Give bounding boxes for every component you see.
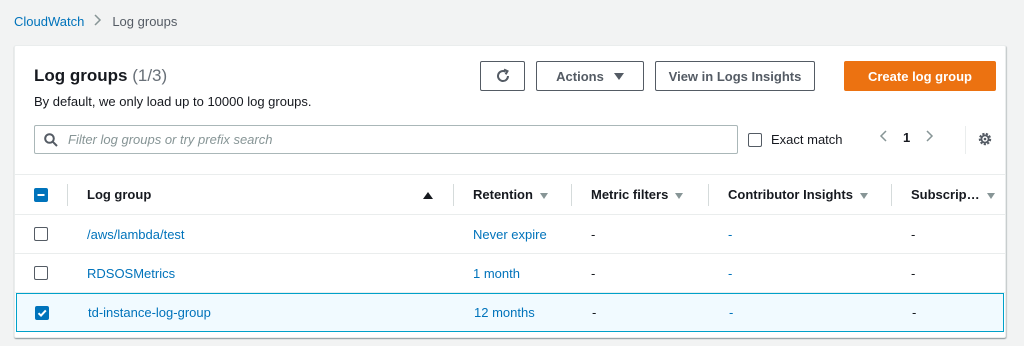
log-groups-panel: Log groups (1/3) By default, we only loa…: [14, 45, 1006, 338]
retention-cell: 12 months: [474, 294, 535, 331]
log-group-link[interactable]: /aws/lambda/test: [87, 227, 185, 242]
row-check-cell: [35, 294, 65, 331]
column-header-retention[interactable]: Retention: [473, 175, 548, 214]
column-label: Metric filters: [591, 187, 669, 202]
subscriptions-cell: -: [911, 265, 916, 281]
contributor-insights-link[interactable]: -: [728, 227, 732, 242]
sort-icon: [859, 192, 868, 199]
contributor-insights-link[interactable]: -: [728, 266, 732, 281]
column-divider: [67, 184, 68, 206]
select-all-cell: [34, 175, 64, 214]
search-field[interactable]: [34, 125, 738, 154]
exact-match-toggle[interactable]: Exact match: [748, 132, 843, 147]
view-in-logs-insights-button[interactable]: View in Logs Insights: [655, 61, 815, 91]
sort-icon: [986, 192, 995, 199]
refresh-icon: [496, 68, 509, 82]
sort-icon: [675, 192, 684, 199]
log-group-link[interactable]: RDSOSMetrics: [87, 266, 175, 281]
metric-filters-cell: -: [591, 226, 596, 242]
row-check-cell: [34, 254, 64, 292]
row-check-cell: [34, 215, 64, 253]
page-number[interactable]: 1: [903, 130, 910, 145]
pager-divider: [965, 126, 966, 154]
retention-link[interactable]: 1 month: [473, 266, 520, 281]
log-group-cell: RDSOSMetrics: [87, 254, 427, 292]
page-title: Log groups (1/3): [34, 66, 167, 86]
table-row[interactable]: RDSOSMetrics 1 month - - -: [15, 254, 1005, 293]
create-log-group-button[interactable]: Create log group: [844, 61, 996, 91]
subscriptions-cell: -: [911, 226, 916, 242]
row-checkbox[interactable]: [34, 227, 48, 241]
column-divider: [453, 184, 454, 206]
chevron-right-icon[interactable]: [926, 130, 934, 145]
subscriptions-cell: -: [912, 305, 917, 320]
contributor-insights-cell: -: [728, 215, 732, 253]
caret-down-icon: [613, 72, 624, 80]
contributor-insights-cell: -: [728, 254, 732, 292]
column-label: Subscrip…: [911, 187, 980, 202]
retention-cell: Never expire: [473, 215, 547, 253]
exact-match-label: Exact match: [771, 132, 843, 147]
log-group-cell: td-instance-log-group: [88, 294, 428, 331]
sort-ascending-icon: [423, 192, 433, 199]
select-all-checkbox[interactable]: [34, 187, 48, 202]
selection-count: (1/3): [132, 66, 168, 85]
log-groups-table: Log group Retention Metric filters Contr…: [15, 174, 1005, 332]
column-divider: [708, 184, 709, 206]
metric-filters-cell: -: [592, 305, 597, 320]
search-icon: [44, 132, 58, 147]
breadcrumb: CloudWatch Log groups: [14, 14, 177, 29]
exact-match-checkbox[interactable]: [748, 132, 762, 147]
search-input[interactable]: [68, 132, 708, 147]
sort-icon: [539, 192, 548, 199]
chevron-right-icon: [94, 14, 102, 29]
contributor-insights-link[interactable]: -: [729, 305, 733, 320]
retention-cell: 1 month: [473, 254, 520, 292]
actions-label: Actions: [556, 68, 604, 84]
contributor-insights-cell: -: [729, 294, 733, 331]
column-header-metric-filters[interactable]: Metric filters: [591, 175, 684, 214]
breadcrumb-cloudwatch-link[interactable]: CloudWatch: [14, 14, 84, 29]
table-header: Log group Retention Metric filters Contr…: [15, 174, 1005, 215]
row-checkbox[interactable]: [34, 266, 48, 280]
column-label: Retention: [473, 187, 533, 202]
column-header-log-group[interactable]: Log group: [87, 175, 427, 214]
log-group-cell: /aws/lambda/test: [87, 215, 427, 253]
column-divider: [891, 184, 892, 206]
breadcrumb-current: Log groups: [112, 14, 178, 29]
column-divider: [571, 184, 572, 206]
column-header-contributor-insights[interactable]: Contributor Insights: [728, 175, 868, 214]
gear-icon[interactable]: [977, 131, 993, 147]
pagination: 1: [879, 130, 934, 145]
actions-dropdown-button[interactable]: Actions: [536, 61, 644, 91]
retention-link[interactable]: Never expire: [473, 227, 547, 242]
column-label: Log group: [87, 187, 152, 202]
metric-filters-cell: -: [591, 265, 596, 281]
title-text: Log groups: [34, 66, 128, 85]
column-label: Contributor Insights: [728, 187, 853, 202]
chevron-left-icon[interactable]: [879, 130, 887, 145]
panel-description: By default, we only load up to 10000 log…: [34, 94, 312, 109]
table-row[interactable]: /aws/lambda/test Never expire - - -: [15, 215, 1005, 254]
retention-link[interactable]: 12 months: [474, 305, 535, 320]
refresh-button[interactable]: [480, 61, 525, 91]
row-checkbox[interactable]: [35, 305, 49, 320]
table-row-selected[interactable]: td-instance-log-group 12 months - - -: [16, 293, 1004, 332]
column-header-subscriptions[interactable]: Subscrip…: [911, 175, 995, 214]
log-group-link[interactable]: td-instance-log-group: [88, 305, 211, 320]
